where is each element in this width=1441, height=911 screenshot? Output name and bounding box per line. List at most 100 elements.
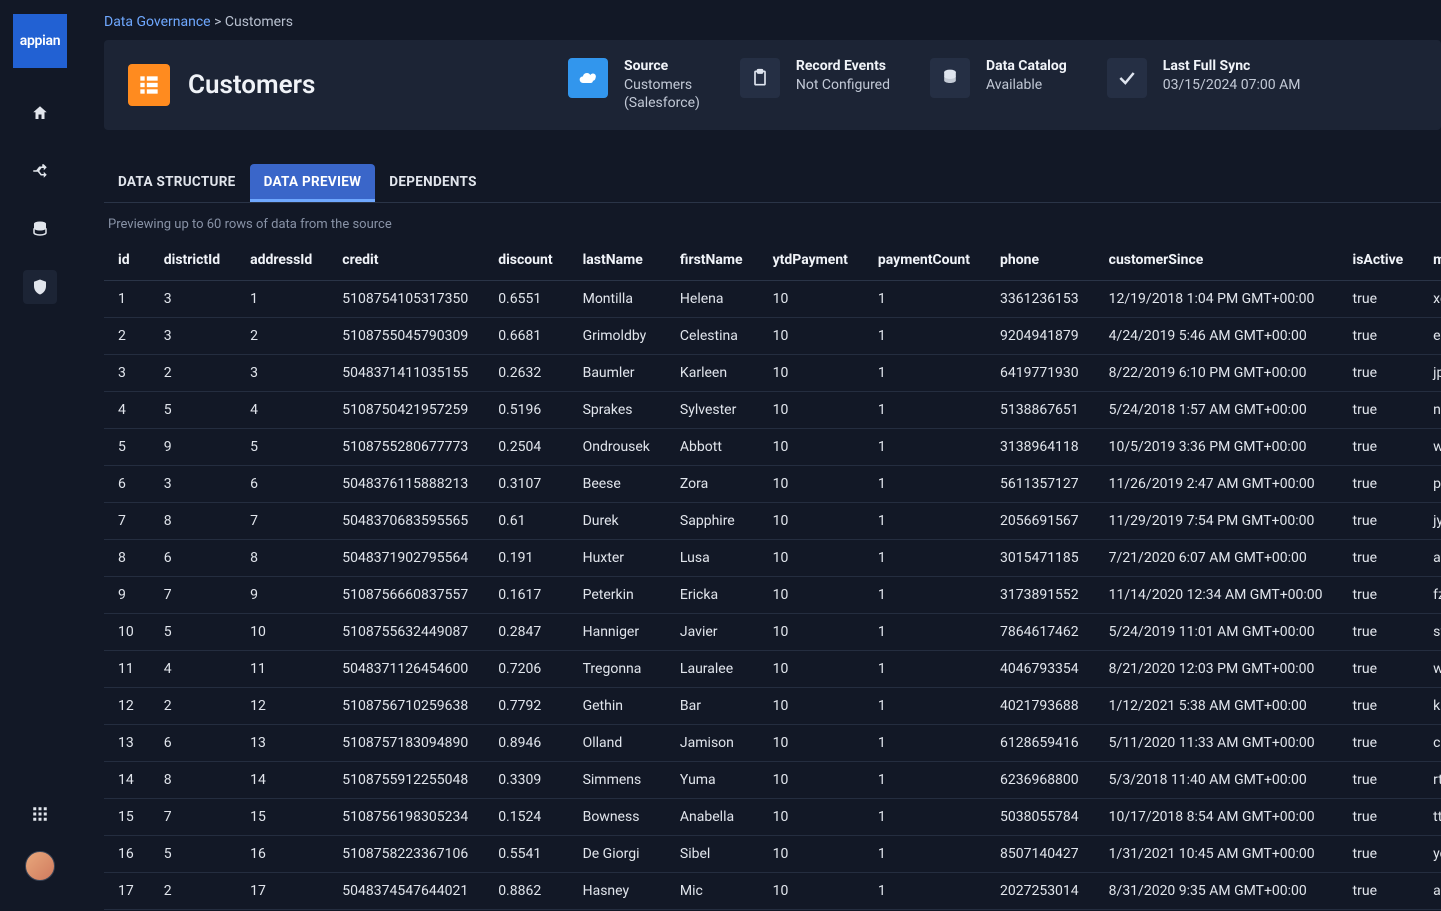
nav-governance[interactable]: [23, 270, 57, 304]
table-row[interactable]: 1221251087567102596380.7792GethinBar1014…: [104, 688, 1441, 725]
meta-events: Record Events Not Configured: [740, 58, 890, 98]
cell-isActive: true: [1341, 688, 1422, 725]
data-table-wrap[interactable]: iddistrictIdaddressIdcreditdiscountlastN…: [104, 242, 1441, 911]
cell-phone: 9204941879: [988, 318, 1097, 355]
col-middleName[interactable]: middleName: [1421, 242, 1441, 281]
col-id[interactable]: id: [104, 242, 152, 281]
table-row[interactable]: 1051051087556324490870.2847HannigerJavie…: [104, 614, 1441, 651]
cell-middleName: jy: [1421, 503, 1441, 540]
user-avatar[interactable]: [25, 851, 55, 881]
cell-discount: 0.3107: [486, 466, 570, 503]
cell-ytdPayment: 10: [761, 836, 866, 873]
cell-isActive: true: [1341, 577, 1422, 614]
col-addressId[interactable]: addressId: [238, 242, 330, 281]
cell-lastName: Sprakes: [571, 392, 668, 429]
cell-lastName: Tregonna: [571, 651, 668, 688]
tab-preview[interactable]: DATA PREVIEW: [250, 164, 376, 202]
cell-paymentCount: 1: [866, 799, 988, 836]
cell-customerSince: 7/21/2020 6:07 AM GMT+00:00: [1097, 540, 1341, 577]
database-svg: [940, 68, 960, 88]
col-firstName[interactable]: firstName: [668, 242, 761, 281]
cell-id: 5: [104, 429, 152, 466]
cell-customerSince: 11/29/2019 7:54 PM GMT+00:00: [1097, 503, 1341, 540]
table-row[interactable]: 32350483714110351550.2632BaumlerKarleen1…: [104, 355, 1441, 392]
app-logo[interactable]: appian: [13, 14, 67, 68]
cell-firstName: Lusa: [668, 540, 761, 577]
cell-customerSince: 5/3/2018 11:40 AM GMT+00:00: [1097, 762, 1341, 799]
meta-source: Source Customers (Salesforce): [568, 58, 700, 112]
cell-districtId: 8: [152, 762, 238, 799]
table-row[interactable]: 45451087504219572590.5196SprakesSylveste…: [104, 392, 1441, 429]
table-row[interactable]: 1141150483711264546000.7206TregonnaLaura…: [104, 651, 1441, 688]
cell-discount: 0.6681: [486, 318, 570, 355]
cell-customerSince: 8/21/2020 12:03 PM GMT+00:00: [1097, 651, 1341, 688]
cell-addressId: 14: [238, 762, 330, 799]
breadcrumb-current: Customers: [225, 14, 293, 30]
table-row[interactable]: 1481451087559122550480.3309SimmensYuma10…: [104, 762, 1441, 799]
cell-discount: 0.61: [486, 503, 570, 540]
cell-middleName: jp: [1421, 355, 1441, 392]
table-row[interactable]: 1571551087561983052340.1524BownessAnabel…: [104, 799, 1441, 836]
cell-paymentCount: 1: [866, 466, 988, 503]
grid-icon: [31, 805, 49, 823]
table-body: 13151087541053173500.6551MontillaHelena1…: [104, 281, 1441, 910]
cell-districtId: 5: [152, 392, 238, 429]
shuffle-icon: [31, 162, 49, 180]
cell-ytdPayment: 10: [761, 466, 866, 503]
cell-firstName: Abbott: [668, 429, 761, 466]
cell-discount: 0.8946: [486, 725, 570, 762]
col-paymentCount[interactable]: paymentCount: [866, 242, 988, 281]
cell-addressId: 4: [238, 392, 330, 429]
tab-structure[interactable]: DATA STRUCTURE: [104, 164, 250, 202]
cell-firstName: Yuma: [668, 762, 761, 799]
tab-dependents[interactable]: DEPENDENTS: [375, 164, 490, 202]
cell-discount: 0.7792: [486, 688, 570, 725]
cell-customerSince: 11/26/2019 2:47 AM GMT+00:00: [1097, 466, 1341, 503]
cell-phone: 4021793688: [988, 688, 1097, 725]
table-row[interactable]: 59551087552806777730.2504OndrousekAbbott…: [104, 429, 1441, 466]
clipboard-svg: [750, 68, 770, 88]
cell-middleName: aw: [1421, 873, 1441, 910]
table-row[interactable]: 13151087541053173500.6551MontillaHelena1…: [104, 281, 1441, 318]
col-isActive[interactable]: isActive: [1341, 242, 1422, 281]
cell-ytdPayment: 10: [761, 651, 866, 688]
cell-discount: 0.8862: [486, 873, 570, 910]
cell-addressId: 10: [238, 614, 330, 651]
col-districtId[interactable]: districtId: [152, 242, 238, 281]
meta-sync: Last Full Sync 03/15/2024 07:00 AM: [1107, 58, 1301, 98]
meta-source-line2: (Salesforce): [624, 94, 700, 112]
table-row[interactable]: 86850483719027955640.191HuxterLusa101301…: [104, 540, 1441, 577]
clipboard-icon: [740, 58, 780, 98]
col-lastName[interactable]: lastName: [571, 242, 668, 281]
col-phone[interactable]: phone: [988, 242, 1097, 281]
table-row[interactable]: 1721750483745476440210.8862HasneyMic1012…: [104, 873, 1441, 910]
cell-id: 17: [104, 873, 152, 910]
table-row[interactable]: 78750483706835955650.61DurekSapphire1012…: [104, 503, 1441, 540]
database-icon-wrap: [930, 58, 970, 98]
col-customerSince[interactable]: customerSince: [1097, 242, 1341, 281]
cell-credit: 5048371126454600: [330, 651, 486, 688]
col-discount[interactable]: discount: [486, 242, 570, 281]
data-table: iddistrictIdaddressIdcreditdiscountlastN…: [104, 242, 1441, 910]
cell-lastName: Gethin: [571, 688, 668, 725]
cell-customerSince: 8/22/2019 6:10 PM GMT+00:00: [1097, 355, 1341, 392]
cell-ytdPayment: 10: [761, 873, 866, 910]
cell-phone: 4046793354: [988, 651, 1097, 688]
table-row[interactable]: 63650483761158882130.3107BeeseZora101561…: [104, 466, 1441, 503]
table-row[interactable]: 1651651087582233671060.5541De GiorgiSibe…: [104, 836, 1441, 873]
nav-apps[interactable]: [23, 797, 57, 831]
col-credit[interactable]: credit: [330, 242, 486, 281]
cell-discount: 0.3309: [486, 762, 570, 799]
table-row[interactable]: 1361351087571830948900.8946OllandJamison…: [104, 725, 1441, 762]
col-ytdPayment[interactable]: ytdPayment: [761, 242, 866, 281]
table-row[interactable]: 97951087566608375570.1617PeterkinEricka1…: [104, 577, 1441, 614]
cell-credit: 5048376115888213: [330, 466, 486, 503]
nav-data[interactable]: [23, 212, 57, 246]
cell-credit: 5048371902795564: [330, 540, 486, 577]
table-row[interactable]: 23251087550457903090.6681GrimoldbyCelest…: [104, 318, 1441, 355]
nav-flows[interactable]: [23, 154, 57, 188]
breadcrumb-root[interactable]: Data Governance: [104, 14, 211, 30]
cell-isActive: true: [1341, 503, 1422, 540]
cell-phone: 6128659416: [988, 725, 1097, 762]
nav-home[interactable]: [23, 96, 57, 130]
